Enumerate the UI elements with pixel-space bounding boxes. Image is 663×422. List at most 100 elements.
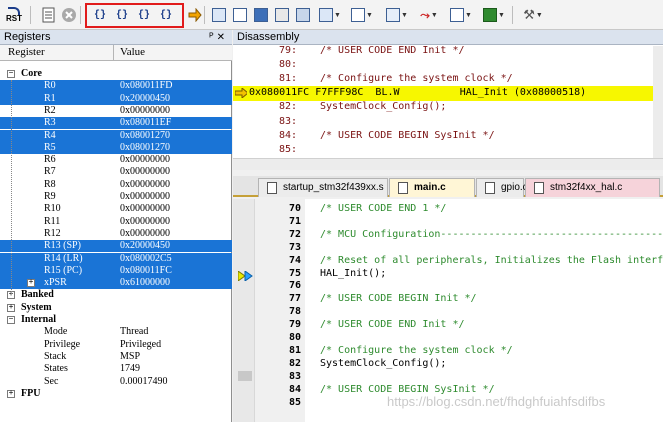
- register-row[interactable]: R4 0x08001270: [0, 129, 232, 142]
- register-value[interactable]: 0x00000000: [120, 228, 170, 240]
- code-line[interactable]: 80: [233, 331, 663, 344]
- register-value[interactable]: 0x00000000: [120, 191, 170, 203]
- register-row[interactable]: R11 0x00000000: [0, 216, 232, 228]
- show-next-statement-button[interactable]: [184, 4, 206, 26]
- disassembly-line[interactable]: 84: /* USER CODE BEGIN SysInit */: [233, 129, 653, 144]
- register-value[interactable]: 0x080011FD: [120, 80, 172, 92]
- disassembly-window-button[interactable]: [229, 4, 251, 26]
- register-group[interactable]: + System: [0, 302, 232, 314]
- command-window-button[interactable]: [208, 4, 230, 26]
- step-out-button[interactable]: {}: [133, 4, 155, 26]
- code-line[interactable]: 70 /* USER CODE END 1 */: [233, 202, 663, 215]
- register-value[interactable]: 0x00000000: [120, 166, 170, 178]
- registers-window-button[interactable]: [271, 4, 293, 26]
- code-line[interactable]: 79 /* USER CODE END Init */: [233, 318, 663, 331]
- register-value[interactable]: 0x080011FC: [120, 265, 172, 277]
- stop-button[interactable]: [58, 4, 80, 26]
- register-value[interactable]: 0x080011EF: [120, 117, 171, 129]
- code-line[interactable]: 76: [233, 279, 663, 292]
- register-value[interactable]: 0x08001270: [120, 130, 170, 142]
- tab-startup-stm32f439xx-s[interactable]: startup_stm32f439xx.s: [258, 178, 388, 197]
- tab-main-c[interactable]: main.c: [389, 178, 475, 197]
- register-row[interactable]: R13 (SP) 0x20000450: [0, 240, 232, 253]
- memory-windows-dropdown[interactable]: ▼: [347, 4, 377, 26]
- code-line[interactable]: 75 HAL_Init();: [233, 267, 663, 280]
- register-row[interactable]: R3 0x080011EF: [0, 117, 232, 130]
- column-value[interactable]: Value: [120, 46, 145, 58]
- code-line[interactable]: 74 /* Reset of all peripherals, Initializ…: [233, 254, 663, 267]
- expand-icon[interactable]: +: [7, 389, 15, 398]
- register-value[interactable]: 0x20000450: [120, 240, 170, 252]
- call-stack-window-button[interactable]: [292, 4, 314, 26]
- column-register[interactable]: Register: [8, 46, 45, 58]
- register-row[interactable]: R7 0x00000000: [0, 166, 232, 178]
- register-value[interactable]: 0x00000000: [120, 216, 170, 228]
- symbols-window-button[interactable]: [250, 4, 272, 26]
- trace-windows-dropdown[interactable]: ▼: [446, 4, 476, 26]
- register-value[interactable]: 0x00000000: [120, 203, 170, 215]
- register-value[interactable]: 0x00000000: [120, 154, 170, 166]
- tab-stm32f4xx-hal-c[interactable]: stm32f4xx_hal.c: [525, 178, 660, 197]
- disassembly-line[interactable]: 81: /* Configure the system clock */: [233, 72, 653, 87]
- register-row[interactable]: R10 0x00000000: [0, 203, 232, 215]
- register-value[interactable]: 0x08001270: [120, 142, 170, 154]
- expand-icon[interactable]: +: [27, 279, 35, 288]
- disassembly-line[interactable]: 83:: [233, 115, 653, 130]
- code-line[interactable]: 71: [233, 215, 663, 228]
- register-value[interactable]: 0x00000000: [120, 179, 170, 191]
- collapse-icon[interactable]: −: [7, 70, 15, 78]
- close-icon[interactable]: ✕: [217, 32, 228, 43]
- register-value[interactable]: 0x080002C5: [120, 253, 172, 265]
- code-editor[interactable]: 70 /* USER CODE END 1 */ 71 72 /* MCU Config…: [233, 199, 663, 422]
- expand-icon[interactable]: +: [7, 303, 15, 312]
- step-over-button[interactable]: {}: [111, 4, 133, 26]
- system-viewer-dropdown[interactable]: ▼: [479, 4, 509, 26]
- register-row[interactable]: R5 0x08001270: [0, 141, 232, 155]
- disassembly-line[interactable]: 79: /* USER CODE END Init */: [233, 46, 653, 59]
- disassembly-line[interactable]: 80:: [233, 58, 653, 73]
- register-row[interactable]: R14 (LR) 0x080002C5: [0, 252, 232, 265]
- register-group[interactable]: + Banked: [0, 289, 232, 301]
- disassembly-listing[interactable]: 79: /* USER CODE END Init */ 80: 81: /* Conf…: [233, 46, 653, 158]
- code-line[interactable]: 83: [233, 370, 663, 383]
- reset-button[interactable]: RST: [3, 4, 25, 26]
- watch-windows-dropdown[interactable]: ▼: [315, 4, 345, 26]
- editor-text[interactable]: 70 /* USER CODE END 1 */ 71 72 /* MCU Config…: [233, 202, 663, 422]
- disassembly-vertical-scrollbar[interactable]: [653, 46, 663, 158]
- register-row[interactable]: R6 0x00000000: [0, 154, 232, 166]
- disassembly-line[interactable]: 82: SystemClock_Config();: [233, 100, 653, 115]
- analysis-windows-dropdown[interactable]: ⤳ ▼: [414, 4, 444, 26]
- disassembly-horizontal-scrollbar[interactable]: [233, 158, 663, 170]
- register-group[interactable]: − Internal: [0, 314, 232, 326]
- run-to-cursor-button[interactable]: {}: [155, 4, 177, 26]
- code-line[interactable]: 73: [233, 241, 663, 254]
- register-row[interactable]: R2 0x00000000: [0, 105, 232, 117]
- register-row[interactable]: R8 0x00000000: [0, 179, 232, 191]
- tab-gpio-c[interactable]: gpio.c: [476, 178, 528, 197]
- register-row[interactable]: + xPSR 0x61000000: [0, 277, 232, 290]
- column-divider[interactable]: [113, 45, 114, 61]
- register-row[interactable]: R12 0x00000000: [0, 228, 232, 240]
- register-value[interactable]: 0x20000450: [120, 93, 170, 105]
- serial-windows-dropdown[interactable]: ▼: [382, 4, 412, 26]
- register-row[interactable]: R15 (PC) 0x080011FC: [0, 264, 232, 278]
- register-value[interactable]: 0x00000000: [120, 105, 170, 117]
- register-row[interactable]: R9 0x00000000: [0, 191, 232, 203]
- collapse-icon[interactable]: −: [7, 316, 15, 324]
- code-line[interactable]: 81 /* Configure the system clock */: [233, 344, 663, 357]
- code-line[interactable]: 82 SystemClock_Config();: [233, 357, 663, 370]
- code-line[interactable]: 77 /* USER CODE BEGIN Init */: [233, 292, 663, 305]
- code-line[interactable]: 78: [233, 305, 663, 318]
- register-group[interactable]: − Core: [0, 68, 232, 80]
- step-into-button[interactable]: {}: [89, 4, 111, 26]
- register-row[interactable]: R1 0x20000450: [0, 92, 232, 105]
- disassembly-line[interactable]: 85:: [233, 143, 653, 158]
- register-row[interactable]: R0 0x080011FD: [0, 80, 232, 93]
- run-button[interactable]: [38, 4, 60, 26]
- toolbox-dropdown[interactable]: ⚒ ▼: [518, 4, 548, 26]
- code-line[interactable]: 72 /* MCU Configuration------------------…: [233, 228, 663, 241]
- current-instruction-line[interactable]: 0x080011FC F7FFF98C BL.W HAL_Init (0x080…: [233, 86, 653, 101]
- pin-icon[interactable]: ᴾ: [209, 32, 216, 43]
- register-group[interactable]: + FPU: [0, 388, 232, 400]
- register-value[interactable]: 0x61000000: [120, 277, 170, 289]
